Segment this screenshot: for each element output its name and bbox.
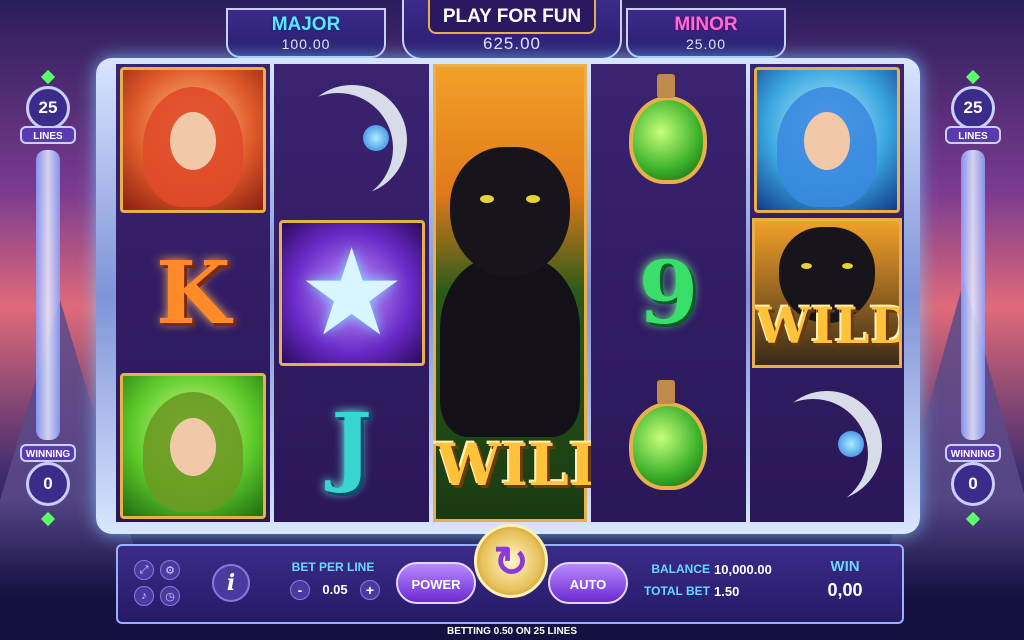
reel-1: K (116, 64, 271, 522)
panther-body (440, 257, 581, 437)
major-jackpot-label: MAJOR (271, 14, 341, 35)
j-symbol: J (331, 395, 372, 497)
reel-5: WILD (749, 64, 905, 522)
reel-cell: K (116, 217, 270, 370)
right-line-meter: 25 LINES WINNING 0 (945, 69, 1001, 527)
win-label: WIN (830, 558, 860, 575)
stacked-wild-panther-symbol: WILD (432, 64, 620, 522)
gem-icon (40, 69, 56, 85)
nine-symbol: 9 (638, 242, 699, 344)
winning-label: WINNING (20, 444, 76, 462)
bet-increase-button[interactable]: + (360, 580, 380, 600)
auto-button[interactable]: AUTO (548, 562, 628, 604)
potion-symbol (629, 74, 708, 185)
wild-panther-symbol: WILD (751, 218, 902, 368)
fullscreen-icon[interactable]: ⤢ (134, 560, 154, 580)
sound-icon[interactable]: ♪ (134, 586, 154, 606)
play-for-fun-banner: PLAY FOR FUN (428, 0, 596, 34)
lines-count: 25 (26, 86, 70, 130)
winning-count: 0 (26, 462, 70, 506)
reel-cell: WILD (750, 217, 904, 370)
star-wand-symbol: ★ (278, 220, 425, 366)
reel-cell: 9 (591, 217, 745, 370)
info-button[interactable]: i (212, 564, 250, 602)
settings-icon[interactable]: ⚙ (160, 560, 180, 580)
reel-cell (591, 64, 745, 217)
reel-4: 9 (591, 64, 746, 522)
spin-button[interactable]: ↻ (474, 524, 548, 598)
fairy-face (170, 417, 217, 476)
reel-cell (116, 64, 270, 217)
fairy-gem-icon (837, 430, 864, 457)
total-bet-label: TOTAL BET (644, 584, 710, 598)
crescent-moon-symbol (297, 85, 407, 195)
fairy-face (803, 112, 850, 171)
major-jackpot-value: 100.00 (281, 36, 331, 52)
betting-summary: BETTING 0.50 ON 25 LINES (446, 626, 578, 637)
fire-fairy-symbol (120, 67, 267, 214)
gem-icon (965, 69, 981, 85)
minor-jackpot: MINOR 25.00 (626, 8, 786, 58)
reel-cell (274, 64, 428, 217)
reel-cell (591, 369, 745, 522)
k-symbol: K (155, 242, 231, 344)
panther-head (450, 147, 571, 277)
potion-symbol (629, 379, 708, 490)
bet-per-line-label: BET PER LINE (291, 560, 375, 574)
winning-count: 0 (951, 462, 995, 506)
lines-count: 25 (951, 86, 995, 130)
earth-fairy-symbol (120, 372, 267, 519)
major-jackpot: MAJOR 100.00 (226, 8, 386, 58)
spin-arrows-icon: ↻ (493, 537, 529, 585)
bet-per-line-value: 0.05 (322, 582, 348, 597)
fairy-gem-icon (362, 125, 389, 152)
reel-cell (116, 369, 270, 522)
balance-value: 10,000.00 (714, 562, 772, 577)
winning-label: WINNING (945, 444, 1001, 462)
water-fairy-symbol (753, 67, 900, 214)
balance-label: BALANCE (651, 562, 710, 576)
reel-grid: K ★ J WILD 9 WILD (116, 64, 905, 522)
reel-cell: ★ (274, 217, 428, 370)
bet-decrease-button[interactable]: - (290, 580, 310, 600)
star-icon: ★ (297, 226, 406, 360)
wild-label: WILD (435, 431, 620, 499)
grand-jackpot-value: 625.00 (483, 34, 541, 53)
line-meter-tube (36, 150, 60, 440)
minor-jackpot-label: MINOR (674, 14, 738, 35)
reel-cell: J (274, 369, 428, 522)
reel-cell (750, 64, 904, 217)
total-bet-value: 1.50 (714, 584, 740, 599)
power-button[interactable]: POWER (396, 562, 476, 604)
line-meter-tube (961, 150, 985, 440)
lines-label: LINES (20, 126, 76, 144)
history-icon[interactable]: ◷ (160, 586, 180, 606)
minor-jackpot-value: 25.00 (685, 36, 727, 52)
control-bar: ⤢ ⚙ ♪ ◷ i BET PER LINE - 0.05 + POWER ↻ … (116, 524, 904, 624)
win-value: 0,00 (827, 580, 863, 600)
reel-3: WILD (432, 64, 620, 522)
wild-label: WILD (754, 296, 902, 355)
reel-2: ★ J (274, 64, 429, 522)
left-line-meter: 25 LINES WINNING 0 (20, 69, 76, 527)
reel-cell (750, 369, 904, 522)
lines-label: LINES (945, 126, 1001, 144)
crescent-moon-symbol (772, 391, 882, 501)
